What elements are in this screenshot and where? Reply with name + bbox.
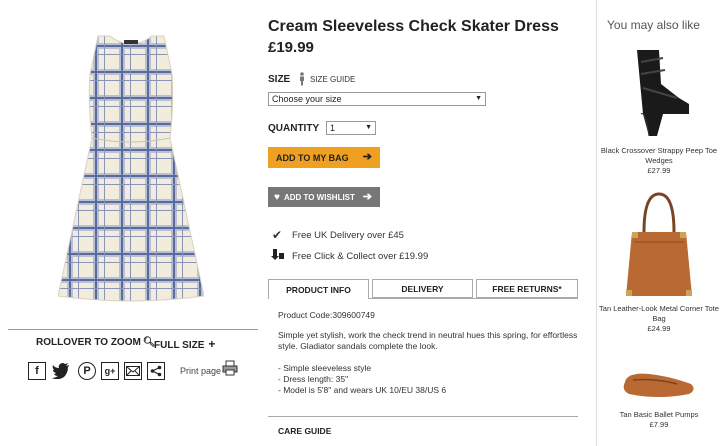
bullet-item: - Simple sleeveless style — [278, 363, 372, 373]
rec-item-wedges[interactable]: Black Crossover Strappy Peep Toe Wedges … — [597, 44, 720, 176]
care-guide-link[interactable]: CARE GUIDE — [278, 426, 331, 436]
arrow-right-icon: ➔ — [362, 191, 372, 203]
size-label: SIZE — [268, 74, 291, 85]
print-page-label[interactable]: Print page — [180, 366, 221, 376]
rec-price: £27.99 — [647, 166, 671, 175]
add-to-wishlist-label: ADD TO WISHLIST — [283, 192, 355, 202]
gallery-divider — [8, 329, 258, 330]
bullet-item: - Dress length: 35" — [278, 374, 349, 384]
email-icon[interactable] — [124, 362, 142, 380]
click-collect-icon — [268, 248, 286, 264]
rec-price: £24.99 — [647, 324, 671, 333]
product-code: Product Code:309600749 — [278, 310, 375, 320]
rec-price: £7.99 — [649, 420, 669, 429]
perk-click-collect: Free Click & Collect over £19.99 — [268, 248, 428, 264]
perk-free-delivery: ✔ Free UK Delivery over £45 — [268, 228, 404, 242]
recommendations-panel: You may also like Black Crossover Strapp… — [596, 0, 720, 446]
tab-free-returns[interactable]: FREE RETURNS* — [476, 279, 578, 298]
dropdown-arrow-icon: ▼ — [365, 124, 372, 131]
dropdown-arrow-icon: ▼ — [475, 95, 482, 102]
ballet-pump-image — [623, 373, 694, 397]
tab-label: DELIVERY — [401, 283, 444, 294]
add-to-bag-button[interactable]: ADD TO MY BAG ➔ — [268, 147, 380, 168]
google-plus-icon[interactable]: g+ — [101, 362, 119, 380]
bullet-item: - Model is 5'8" and wears UK 10/EU 38/US… — [278, 385, 447, 395]
product-details: Cream Sleeveless Check Skater Dress £19.… — [268, 0, 590, 446]
quantity-value: 1 — [330, 123, 336, 133]
plus-icon: + — [208, 337, 216, 351]
perk-text: Free UK Delivery over £45 — [292, 229, 404, 241]
tab-product-info[interactable]: PRODUCT INFO — [268, 279, 369, 299]
share-icon[interactable] — [147, 362, 165, 380]
quantity-select[interactable]: 1 ▼ — [326, 121, 376, 135]
full-size-link[interactable]: FULL SIZE + — [154, 337, 215, 351]
heart-icon: ♥ — [274, 191, 280, 203]
rec-item-tote[interactable]: Tan Leather-Look Metal Corner Tote Bag £… — [597, 192, 720, 334]
add-to-wishlist-button[interactable]: ♥ ADD TO WISHLIST ➔ — [268, 187, 380, 207]
rec-item-pumps[interactable]: Tan Basic Ballet Pumps £7.99 — [597, 364, 720, 430]
care-guide-divider — [268, 416, 578, 417]
tab-underline — [369, 298, 578, 299]
rec-name: Black Crossover Strappy Peep Toe Wedges — [600, 146, 718, 165]
checkmark-icon: ✔ — [271, 228, 283, 242]
quantity-label: QUANTITY — [268, 123, 320, 134]
recommendations-title: You may also like — [607, 18, 700, 32]
tab-delivery[interactable]: DELIVERY — [372, 279, 473, 298]
rec-name: Tan Leather-Look Metal Corner Tote Bag — [599, 304, 719, 323]
person-icon — [300, 72, 304, 86]
product-price: £19.99 — [268, 39, 314, 56]
size-select-value: Choose your size — [272, 94, 342, 104]
product-tabs: PRODUCT INFO DELIVERY FREE RETURNS* — [268, 279, 578, 299]
image-tools: ROLLOVER TO ZOOM 🔍︎ FULL SIZE + — [0, 335, 258, 351]
perk-text: Free Click & Collect over £19.99 — [292, 250, 429, 262]
zoom-label: ROLLOVER TO ZOOM — [36, 337, 141, 348]
size-guide-label: SIZE GUIDE — [310, 74, 356, 84]
facebook-icon[interactable]: f — [28, 362, 46, 380]
tab-label: FREE RETURNS* — [492, 283, 562, 294]
printer-icon[interactable] — [222, 360, 238, 376]
product-title: Cream Sleeveless Check Skater Dress — [268, 18, 559, 35]
product-gallery: ROLLOVER TO ZOOM 🔍︎ FULL SIZE + f P g+ Pri… — [0, 0, 258, 446]
size-select[interactable]: Choose your size ▼ — [268, 92, 486, 106]
product-image[interactable] — [58, 34, 204, 302]
product-info-panel: Product Code:309600749 Simple yet stylis… — [278, 310, 578, 396]
tote-bag-image — [626, 192, 692, 296]
twitter-icon[interactable] — [52, 362, 70, 380]
pinterest-icon[interactable]: P — [78, 362, 96, 380]
full-size-label: FULL SIZE — [154, 340, 205, 351]
wedge-shoe-image — [637, 50, 689, 137]
rec-name: Tan Basic Ballet Pumps — [619, 410, 699, 419]
size-guide-link[interactable]: SIZE GUIDE — [298, 72, 355, 86]
rollover-zoom-link[interactable]: ROLLOVER TO ZOOM 🔍︎ — [36, 337, 156, 348]
add-to-bag-label: ADD TO MY BAG — [276, 152, 349, 163]
arrow-right-icon: ➔ — [362, 151, 372, 163]
share-bar: f P g+ Print page — [28, 360, 258, 382]
product-description: Simple yet stylish, work the check trend… — [278, 330, 578, 351]
tab-label: PRODUCT INFO — [286, 284, 351, 295]
